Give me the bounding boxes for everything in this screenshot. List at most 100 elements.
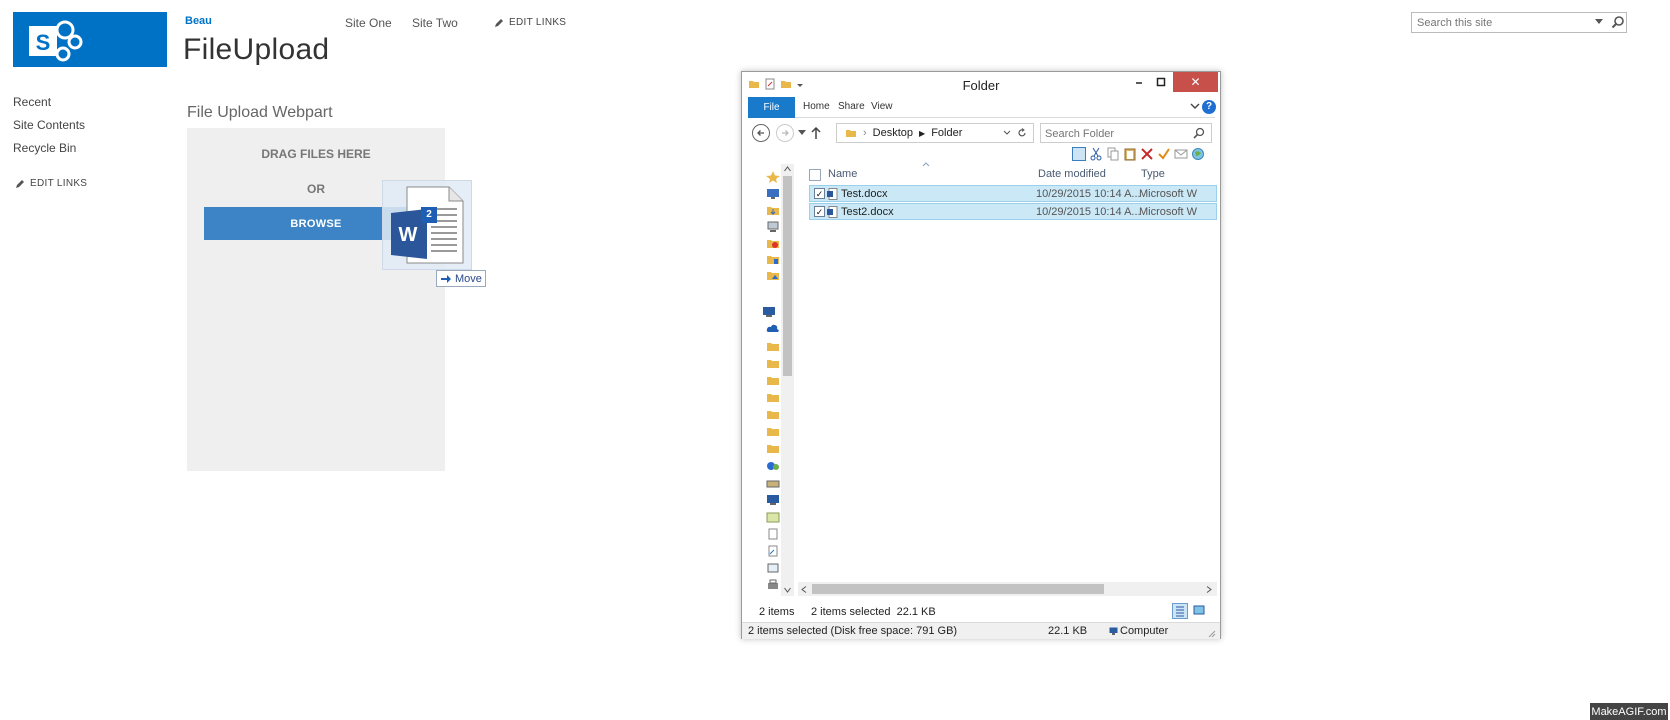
site-search-input[interactable] [1412, 13, 1582, 32]
file-name: Test.docx [841, 188, 888, 200]
file-list-horizontal-scrollbar[interactable] [798, 582, 1217, 596]
map-drive-icon[interactable] [766, 511, 780, 523]
paste-icon[interactable] [1123, 147, 1137, 161]
device-icon[interactable] [766, 562, 780, 574]
computer-icon[interactable] [766, 494, 780, 506]
navpane-scroll-thumb[interactable] [783, 176, 792, 376]
globe-icon[interactable] [1191, 147, 1205, 161]
horizontal-scroll-thumb[interactable] [812, 584, 1104, 594]
drive-icon[interactable] [766, 477, 780, 489]
column-date-modified[interactable]: Date modified [1038, 168, 1106, 180]
drag-files-label: DRAG FILES HERE [261, 147, 371, 161]
nav-site-contents[interactable]: Site Contents [13, 118, 85, 141]
document-icon[interactable] [766, 528, 780, 540]
copy-icon[interactable] [1106, 147, 1120, 161]
site-breadcrumb-link[interactable]: Beau [185, 15, 212, 27]
tab-view[interactable]: View [871, 101, 893, 112]
help-icon[interactable]: ? [1202, 100, 1216, 114]
folder-icon[interactable] [766, 408, 780, 420]
screen: S Beau FileUpload Site One Site Two EDIT… [0, 0, 1670, 720]
large-icons-view-button[interactable] [1192, 603, 1208, 619]
refresh-icon[interactable] [1017, 128, 1027, 138]
file-row[interactable]: ✓ Test.docx 10/29/2015 10:14 A... Micros… [809, 185, 1217, 202]
tab-file[interactable]: File [748, 97, 795, 118]
file-row-checkbox[interactable]: ✓ [814, 188, 825, 199]
downloads-icon[interactable] [766, 204, 780, 216]
search-scope-dropdown-icon[interactable] [1594, 17, 1604, 25]
scroll-up-icon[interactable] [784, 166, 791, 172]
cut-icon[interactable] [1089, 147, 1103, 161]
onedrive-cloud-icon[interactable] [766, 322, 780, 334]
maximize-button[interactable] [1150, 72, 1172, 92]
folder-search-input[interactable] [1041, 125, 1181, 143]
maximize-icon [1156, 77, 1166, 87]
column-type[interactable]: Type [1141, 168, 1165, 180]
scroll-down-icon[interactable] [784, 587, 791, 593]
desktop-icon[interactable] [766, 188, 780, 200]
minimize-button[interactable] [1128, 72, 1150, 92]
pencil-icon [16, 179, 24, 188]
column-name[interactable]: Name [828, 168, 857, 180]
site-search-box[interactable] [1411, 12, 1627, 33]
details-view-button[interactable] [1172, 603, 1188, 619]
close-button[interactable]: ✕ [1173, 72, 1218, 92]
drag-count-badge: 2 [421, 207, 437, 223]
nav-recycle-bin[interactable]: Recycle Bin [13, 141, 85, 164]
scroll-left-icon[interactable] [801, 586, 807, 593]
scroll-right-icon[interactable] [1206, 586, 1212, 593]
site-title: FileUpload [183, 33, 330, 66]
folder-icon[interactable] [766, 425, 780, 437]
breadcrumb-separator-icon: › [863, 127, 867, 139]
move-tooltip: Move [436, 270, 486, 287]
folder-icon[interactable] [766, 442, 780, 454]
explorer-window[interactable]: Folder ✕ File Home Share View ? › Deskto… [741, 71, 1221, 639]
forward-button[interactable] [776, 124, 794, 142]
svg-text:S: S [36, 30, 51, 55]
folder-icon[interactable] [766, 357, 780, 369]
breadcrumb-chevron-icon[interactable]: ▶ [919, 129, 925, 138]
checkmark-icon[interactable] [1157, 147, 1171, 161]
recent-places-icon[interactable] [766, 237, 780, 249]
address-bar[interactable]: › Desktop ▶ Folder [836, 123, 1034, 143]
folder-search-box[interactable] [1040, 123, 1212, 143]
up-arrow-icon[interactable] [810, 126, 822, 140]
folder-icon[interactable] [766, 340, 780, 352]
libraries-icon[interactable] [766, 253, 780, 265]
delete-icon[interactable] [1140, 147, 1154, 161]
tab-home[interactable]: Home [803, 101, 830, 112]
breadcrumb-desktop[interactable]: Desktop [873, 127, 913, 139]
folder-icon[interactable] [766, 391, 780, 403]
back-button[interactable] [752, 124, 770, 142]
topnav-site-one[interactable]: Site One [345, 16, 392, 30]
nav-recent[interactable]: Recent [13, 95, 85, 118]
details-size: 22.1 KB [1048, 625, 1088, 637]
file-row[interactable]: ✓ Test2.docx 10/29/2015 10:14 A... Micro… [809, 203, 1217, 220]
address-history-icon[interactable] [1003, 130, 1011, 136]
search-icon[interactable] [1193, 127, 1205, 139]
expand-ribbon-icon[interactable] [1190, 102, 1200, 110]
email-icon[interactable] [1174, 147, 1188, 161]
shortcut-icon[interactable] [766, 545, 780, 557]
explorer-title-bar[interactable]: Folder ✕ [742, 72, 1220, 98]
tab-share[interactable]: Share [838, 101, 865, 112]
file-type: Microsoft W [1139, 206, 1198, 218]
favorites-star-icon[interactable] [766, 171, 780, 183]
recent-locations-icon[interactable] [798, 130, 806, 136]
sharepoint-logo[interactable]: S [13, 12, 167, 67]
edit-links-left[interactable]: EDIT LINKS [15, 178, 87, 189]
folder-icon[interactable] [766, 374, 780, 386]
topnav-site-two[interactable]: Site Two [412, 16, 458, 30]
preview-pane-icon[interactable] [1072, 147, 1086, 161]
navpane-scrollbar[interactable] [781, 164, 794, 596]
pictures-icon[interactable] [766, 269, 780, 281]
network-location-icon[interactable] [766, 221, 780, 233]
select-all-checkbox[interactable] [809, 169, 821, 181]
search-icon[interactable] [1611, 15, 1625, 29]
network-share-icon[interactable] [766, 460, 780, 472]
edit-links-top[interactable]: EDIT LINKS [494, 17, 566, 28]
printer-icon[interactable] [766, 579, 780, 591]
resize-grip-icon[interactable] [1208, 630, 1216, 638]
breadcrumb-folder[interactable]: Folder [931, 127, 962, 139]
this-pc-icon[interactable] [762, 306, 776, 318]
file-row-checkbox[interactable]: ✓ [814, 206, 825, 217]
